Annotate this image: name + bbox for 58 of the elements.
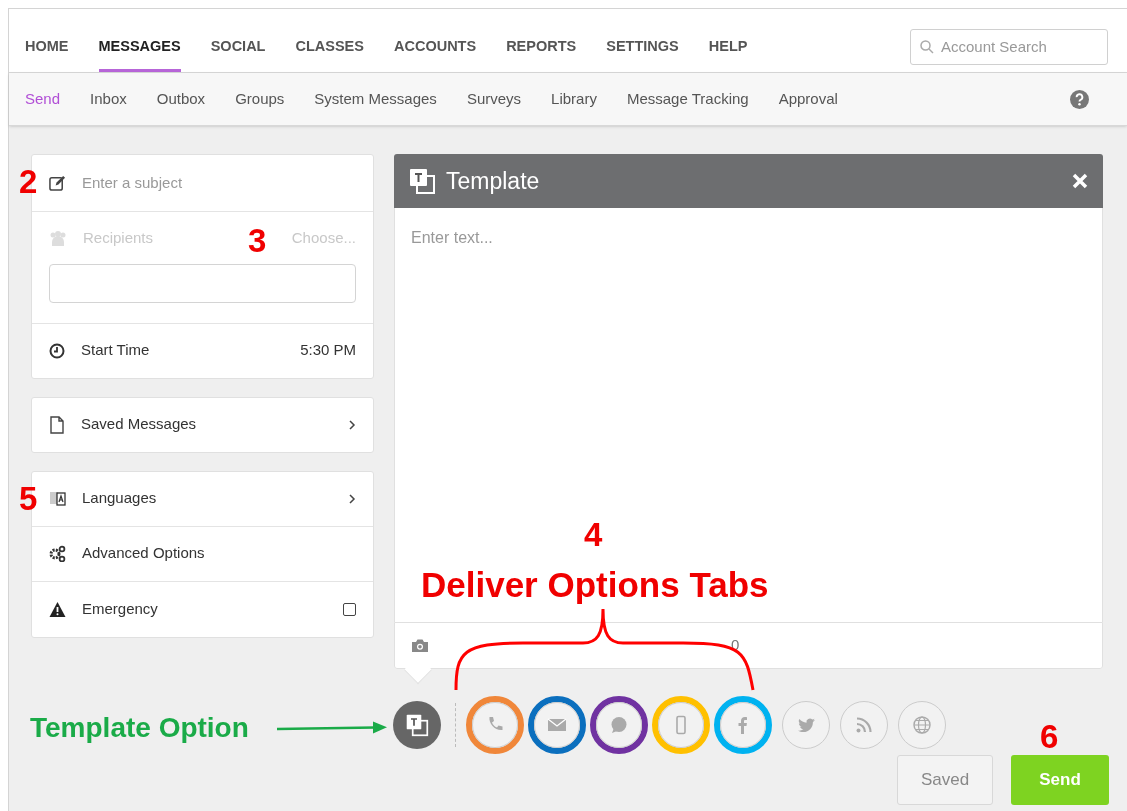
- clock-icon: [49, 342, 65, 359]
- annotation-label: Deliver Options Tabs: [421, 567, 769, 602]
- template-icon: [405, 713, 429, 737]
- subnav-tab[interactable]: Library: [551, 87, 597, 111]
- annotation-number: 4: [584, 518, 603, 551]
- chevron-right-icon: [348, 492, 356, 505]
- speech-bubble-icon: [609, 715, 629, 735]
- rss-icon: [854, 715, 874, 735]
- annotation-number: 6: [1040, 720, 1059, 753]
- subnav-tab[interactable]: Surveys: [466, 87, 522, 111]
- saved-messages-label: Saved Messages: [81, 414, 198, 435]
- start-time-label: Start Time: [81, 340, 151, 361]
- nav-tab[interactable]: HELP: [708, 21, 748, 72]
- annotation-number: 3: [248, 224, 267, 257]
- subnav-tab[interactable]: Outbox: [156, 87, 206, 111]
- chevron-right-icon: [348, 418, 356, 431]
- subnav-tab[interactable]: Approval: [778, 87, 838, 111]
- close-icon[interactable]: [1071, 172, 1089, 190]
- annotation-label: Template Option: [30, 714, 249, 742]
- recipients-field[interactable]: [49, 263, 356, 303]
- template-option-button[interactable]: [393, 701, 441, 749]
- option-label: Advanced Options: [82, 543, 206, 564]
- saved-messages-row[interactable]: Saved Messages: [31, 396, 374, 453]
- gears-icon: [49, 545, 66, 562]
- people-icon: [49, 230, 67, 247]
- template-icon: [408, 167, 436, 195]
- template-title: Template: [446, 166, 541, 196]
- subnav-tab[interactable]: Groups: [235, 87, 285, 111]
- nav-tab[interactable]: REPORTS: [506, 21, 577, 72]
- subnav-tab[interactable]: Inbox: [90, 87, 127, 111]
- nav-tab[interactable]: SOCIAL: [210, 21, 266, 72]
- options-row[interactable]: Advanced Options: [32, 526, 373, 582]
- emergency-row[interactable]: Emergency: [32, 581, 373, 637]
- checkbox[interactable]: [343, 602, 356, 616]
- camera-icon[interactable]: [411, 638, 429, 653]
- channel-tab[interactable]: [590, 696, 648, 754]
- help-icon[interactable]: [1070, 89, 1089, 109]
- channel-tab[interactable]: [528, 696, 586, 754]
- option-label: Languages: [82, 488, 158, 509]
- annotation-number: 2: [19, 165, 38, 198]
- translate-icon: [49, 490, 66, 507]
- account-search-field[interactable]: Account Search: [910, 28, 1108, 65]
- start-time-value: 5:30 PM: [300, 340, 356, 361]
- nav-tab[interactable]: HOME: [25, 21, 69, 72]
- nav-tab[interactable]: SETTINGS: [606, 21, 679, 72]
- nav-tab[interactable]: CLASSES: [295, 21, 364, 72]
- subnav-tab[interactable]: System Messages: [314, 87, 437, 111]
- subject-field[interactable]: Enter a subject: [82, 171, 356, 195]
- nav-tab[interactable]: ACCOUNTS: [393, 21, 477, 72]
- search-icon: [920, 39, 934, 54]
- document-icon: [49, 415, 65, 434]
- subnav-tab[interactable]: Message Tracking: [626, 87, 749, 111]
- bird-icon: [796, 715, 816, 735]
- edit-icon: [49, 174, 66, 192]
- option-label: Emergency: [82, 598, 159, 619]
- globe-icon: [912, 715, 932, 735]
- subnav-tab[interactable]: Send: [25, 87, 61, 111]
- warning-icon: [49, 600, 66, 618]
